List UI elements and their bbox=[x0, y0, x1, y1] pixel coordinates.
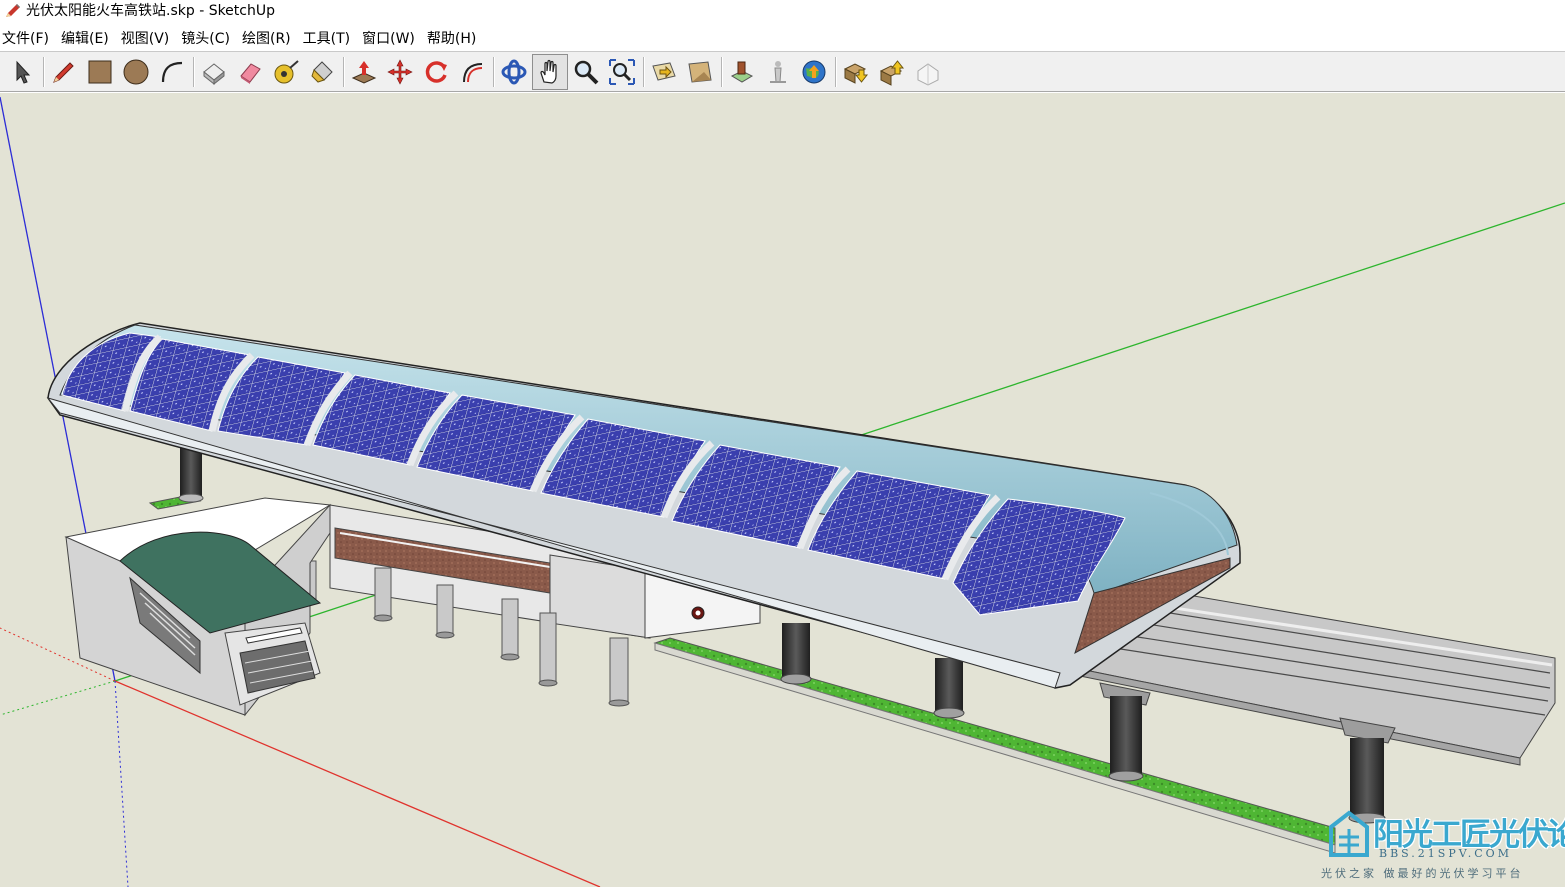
orbit-tool-button[interactable] bbox=[496, 54, 532, 90]
move-tool-button[interactable] bbox=[382, 54, 418, 90]
pencil-icon bbox=[53, 61, 74, 83]
previous-view-icon bbox=[652, 61, 676, 81]
entrance-building bbox=[64, 497, 332, 717]
camera-figure-icon bbox=[770, 60, 786, 83]
get-components-icon bbox=[843, 62, 869, 84]
place-model-icon bbox=[917, 62, 939, 86]
window-title: 光伏太阳能火车高铁站.skp - SketchUp bbox=[26, 3, 275, 19]
position-camera-button[interactable] bbox=[760, 54, 796, 90]
previous-view-button[interactable] bbox=[646, 54, 682, 90]
orbit-icon bbox=[501, 59, 527, 84]
push-pull-button[interactable] bbox=[346, 54, 382, 90]
push-pull-icon bbox=[351, 60, 377, 84]
pan-hand-icon bbox=[540, 59, 557, 84]
eraser-icon bbox=[240, 62, 261, 84]
tape-measure-button[interactable] bbox=[268, 54, 304, 90]
forum-logo-icon bbox=[1329, 810, 1369, 857]
sketchup-pencil-icon bbox=[6, 4, 20, 17]
menu-help[interactable]: 帮助(H) bbox=[424, 28, 485, 48]
menu-file[interactable]: 文件(F) bbox=[0, 28, 58, 48]
arc-icon bbox=[161, 61, 183, 82]
watermark-slogan: 光伏之家 做最好的光伏学习平台 bbox=[1321, 867, 1524, 880]
menu-view[interactable]: 视图(V) bbox=[118, 28, 179, 48]
next-view-icon bbox=[688, 60, 712, 83]
zoom-extents-icon bbox=[609, 58, 635, 85]
title-bar: 光伏太阳能火车高铁站.skp - SketchUp bbox=[0, 0, 1565, 22]
menu-camera[interactable]: 镜头(C) bbox=[178, 28, 239, 48]
pan-tool-button[interactable] bbox=[532, 53, 568, 90]
back-columns bbox=[178, 448, 204, 503]
get-models-icon bbox=[730, 61, 754, 83]
watermark-url: BBS.21SPV.COM bbox=[1379, 847, 1512, 860]
rotate-tool-button[interactable] bbox=[418, 54, 454, 90]
menu-window[interactable]: 窗口(W) bbox=[359, 28, 424, 48]
circle-icon bbox=[123, 59, 149, 84]
google-earth-button[interactable] bbox=[796, 54, 832, 90]
make-component-button[interactable] bbox=[196, 54, 232, 90]
paint-bucket-icon bbox=[311, 60, 333, 83]
paint-bucket-button[interactable] bbox=[304, 54, 340, 90]
rectangle-icon bbox=[88, 60, 112, 83]
place-model-button[interactable] bbox=[910, 54, 946, 90]
rotate-icon bbox=[425, 60, 447, 83]
menu-tools[interactable]: 工具(T) bbox=[300, 28, 359, 48]
select-tool-button[interactable] bbox=[4, 54, 40, 90]
offset-tool-button[interactable] bbox=[454, 54, 490, 90]
line-tool-button[interactable] bbox=[46, 54, 82, 90]
modeling-viewport[interactable]: 阳光工匠光伏论坛 BBS.21SPV.COM 光伏之家 做最好的光伏学习平台 bbox=[0, 93, 1565, 887]
menu-edit[interactable]: 编辑(E) bbox=[58, 28, 118, 48]
tape-measure-icon bbox=[274, 59, 299, 83]
zoom-tool-button[interactable] bbox=[568, 54, 604, 90]
offset-icon bbox=[463, 62, 483, 82]
next-view-button[interactable] bbox=[682, 54, 718, 90]
station-model-canvas[interactable] bbox=[0, 93, 1565, 887]
forum-watermark: 阳光工匠光伏论坛 BBS.21SPV.COM 光伏之家 做最好的光伏学习平台 bbox=[1321, 803, 1565, 885]
get-models-button[interactable] bbox=[724, 54, 760, 90]
get-components-button[interactable] bbox=[838, 54, 874, 90]
menu-bar: 文件(F) 编辑(E) 视图(V) 镜头(C) 绘图(R) 工具(T) 窗口(W… bbox=[0, 26, 1565, 50]
move-icon bbox=[387, 58, 413, 85]
main-toolbar bbox=[0, 51, 1565, 92]
rectangle-tool-button[interactable] bbox=[82, 54, 118, 90]
make-component-icon bbox=[203, 62, 225, 85]
magnifier-icon bbox=[574, 60, 599, 84]
arc-tool-button[interactable] bbox=[154, 54, 190, 90]
eraser-tool-button[interactable] bbox=[232, 54, 268, 90]
share-model-icon bbox=[879, 59, 905, 86]
circle-tool-button[interactable] bbox=[118, 54, 154, 90]
zoom-extents-button[interactable] bbox=[604, 54, 640, 90]
menu-draw[interactable]: 绘图(R) bbox=[239, 28, 300, 48]
share-model-button[interactable] bbox=[874, 54, 910, 90]
select-arrow-icon bbox=[16, 60, 31, 84]
globe-icon bbox=[802, 60, 826, 83]
